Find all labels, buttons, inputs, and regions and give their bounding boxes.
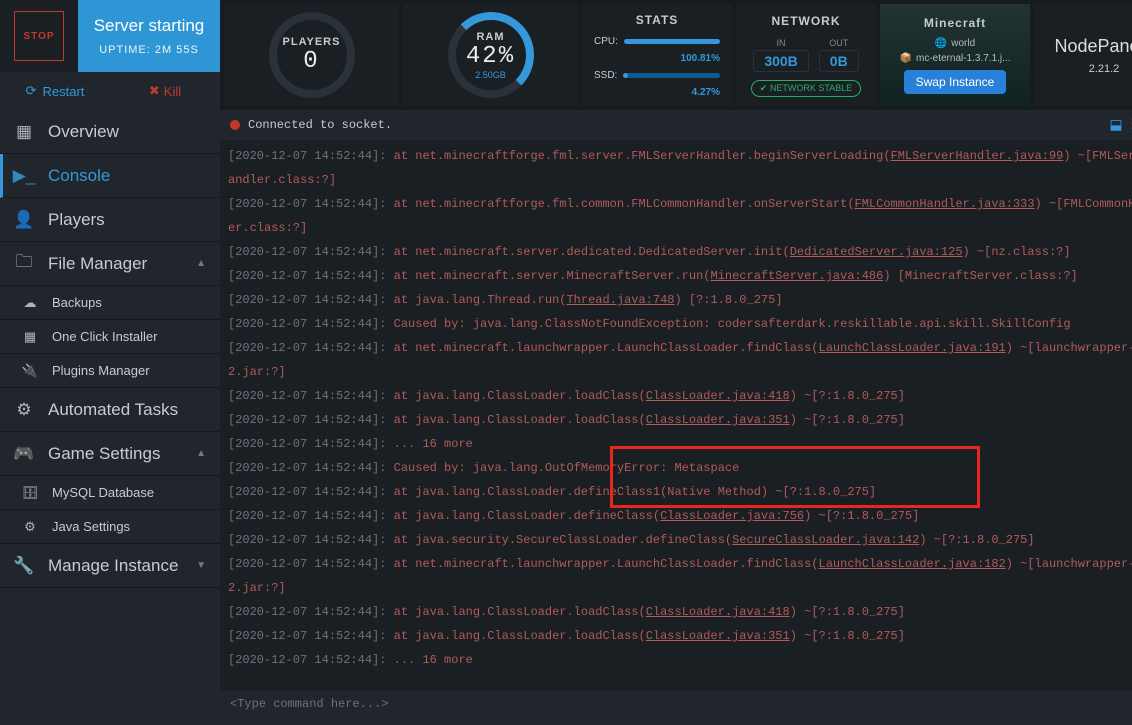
log-line: [2020-12-07 14:52:44]: at java.security.… [228, 528, 1132, 552]
server-status-text: Server starting [94, 16, 205, 36]
log-line: [2020-12-07 14:52:44]: ... 16 more [228, 648, 1132, 672]
brand-name: NodePanel2 [1054, 36, 1132, 57]
sidebar-item-overview[interactable]: ▦ Overview [0, 110, 220, 154]
log-line: [2020-12-07 14:52:44]: at net.minecraft.… [228, 552, 1132, 600]
topbar: PLAYERS 0 RAM 42% 2.50GB STATS CPU: 100.… [220, 0, 1132, 110]
gamepad-icon: 🎮 [14, 444, 34, 464]
sidebar-item-manage-instance[interactable]: 🔧 Manage Instance ▼ [0, 544, 220, 588]
network-out: 0B [819, 50, 859, 72]
log-line: [2020-12-07 14:52:44]: at net.minecraftf… [228, 192, 1132, 240]
gear-icon: ⚙ [20, 519, 40, 535]
connection-status-text: Connected to socket. [248, 118, 392, 132]
folder-icon: 🗀 [14, 249, 34, 278]
log-line: [2020-12-07 14:52:44]: at net.minecraft.… [228, 240, 1132, 264]
sidebar-item-file-manager[interactable]: 🗀 File Manager ▲ [0, 242, 220, 286]
restart-button[interactable]: ⟳ Restart [0, 72, 110, 110]
sidebar-item-backups[interactable]: ☁ Backups [0, 286, 220, 320]
grid-icon: ▦ [14, 122, 34, 142]
plug-icon: 🔌 [20, 363, 40, 379]
ssd-value: 4.27% [692, 87, 720, 98]
user-icon: 👤 [14, 210, 34, 230]
log-line: [2020-12-07 14:52:44]: Caused by: java.l… [228, 312, 1132, 336]
chevron-down-icon: ▼ [196, 560, 206, 571]
sidebar-item-java-settings[interactable]: ⚙ Java Settings [0, 510, 220, 544]
log-line: [2020-12-07 14:52:44]: at java.lang.Clas… [228, 504, 1132, 528]
package-icon: 📦 [900, 53, 912, 64]
log-line: [2020-12-07 14:52:44]: at java.lang.Clas… [228, 600, 1132, 624]
cloud-icon: ☁ [20, 295, 40, 311]
log-line: [2020-12-07 14:52:44]: at java.lang.Thre… [228, 288, 1132, 312]
restart-icon: ⟳ [26, 83, 37, 99]
ram-gb: 2.50GB [475, 70, 506, 80]
gear-icon: ⚙ [14, 400, 34, 420]
cpu-value: 100.81% [681, 53, 720, 64]
grid-icon: ▦ [20, 329, 40, 345]
players-count: 0 [303, 48, 319, 75]
log-line: [2020-12-07 14:52:44]: at net.minecraftf… [228, 144, 1132, 192]
sidebar-item-plugins-manager[interactable]: 🔌 Plugins Manager [0, 354, 220, 388]
layout-icon[interactable]: ⬓ [1109, 117, 1122, 134]
sidebar-item-players[interactable]: 👤 Players [0, 198, 220, 242]
log-line: [2020-12-07 14:52:44]: ... 16 more [228, 432, 1132, 456]
command-input[interactable]: <Type command here...> [220, 691, 1132, 725]
players-gauge: PLAYERS 0 [224, 4, 399, 106]
server-status-panel: Server starting UPTIME: 2M 55S [78, 0, 220, 72]
uptime-text: UPTIME: 2M 55S [99, 44, 199, 56]
log-line: [2020-12-07 14:52:44]: at java.lang.Clas… [228, 408, 1132, 432]
kill-button[interactable]: ✖ Kill [110, 72, 220, 110]
network-status-badge: ✔ NETWORK STABLE [751, 80, 861, 97]
chevron-up-icon: ▲ [196, 258, 206, 269]
ram-gauge: RAM 42% 2.50GB [403, 4, 578, 106]
brand-version: 2.21.2 [1089, 63, 1120, 75]
log-line: [2020-12-07 14:52:44]: at java.lang.Clas… [228, 624, 1132, 648]
wrench-icon: 🔧 [14, 556, 34, 576]
network-tile: NETWORK IN 300B OUT 0B ✔ NETWORK STABLE [736, 4, 876, 106]
log-line: [2020-12-07 14:52:44]: at net.minecraft.… [228, 336, 1132, 384]
log-line: [2020-12-07 14:52:44]: Caused by: java.l… [228, 456, 1132, 480]
instance-tile: Minecraft 🌐world 📦mc-eternal-1.3.7.1.j..… [880, 4, 1030, 106]
connection-dot-icon [230, 120, 240, 130]
log-line: [2020-12-07 14:52:44]: at java.lang.Clas… [228, 480, 1132, 504]
chevron-up-icon: ▲ [196, 448, 206, 459]
stats-tile: STATS CPU: 100.81% SSD: 4.27% [582, 4, 732, 106]
status-bar: Connected to socket. ⬓ ☰ ?⃝ [220, 110, 1132, 140]
globe-icon: 🌐 [935, 38, 947, 49]
database-icon: 🗄 [20, 485, 40, 501]
swap-instance-button[interactable]: Swap Instance [904, 70, 1007, 94]
console-output[interactable]: [2020-12-07 14:52:44]: at net.minecraftf… [220, 140, 1132, 691]
sidebar-item-automated-tasks[interactable]: ⚙ Automated Tasks [0, 388, 220, 432]
terminal-icon: ▶_ [14, 166, 34, 186]
log-line: [2020-12-07 14:52:44]: at net.minecraft.… [228, 264, 1132, 288]
sidebar-item-game-settings[interactable]: 🎮 Game Settings ▲ [0, 432, 220, 476]
sidebar-item-console[interactable]: ▶_ Console [0, 154, 220, 198]
sidebar: STOP Server starting UPTIME: 2M 55S ⟳ Re… [0, 0, 220, 725]
sidebar-item-one-click-installer[interactable]: ▦ One Click Installer [0, 320, 220, 354]
network-in: 300B [753, 50, 808, 72]
log-line: [2020-12-07 14:52:44]: at java.lang.Clas… [228, 384, 1132, 408]
stop-button[interactable]: STOP [14, 11, 64, 61]
sidebar-item-mysql-database[interactable]: 🗄 MySQL Database [0, 476, 220, 510]
close-icon: ✖ [149, 83, 160, 99]
brand-tile: NodePanel2 2.21.2 [1034, 4, 1132, 106]
ram-percent: 42% [466, 43, 515, 70]
